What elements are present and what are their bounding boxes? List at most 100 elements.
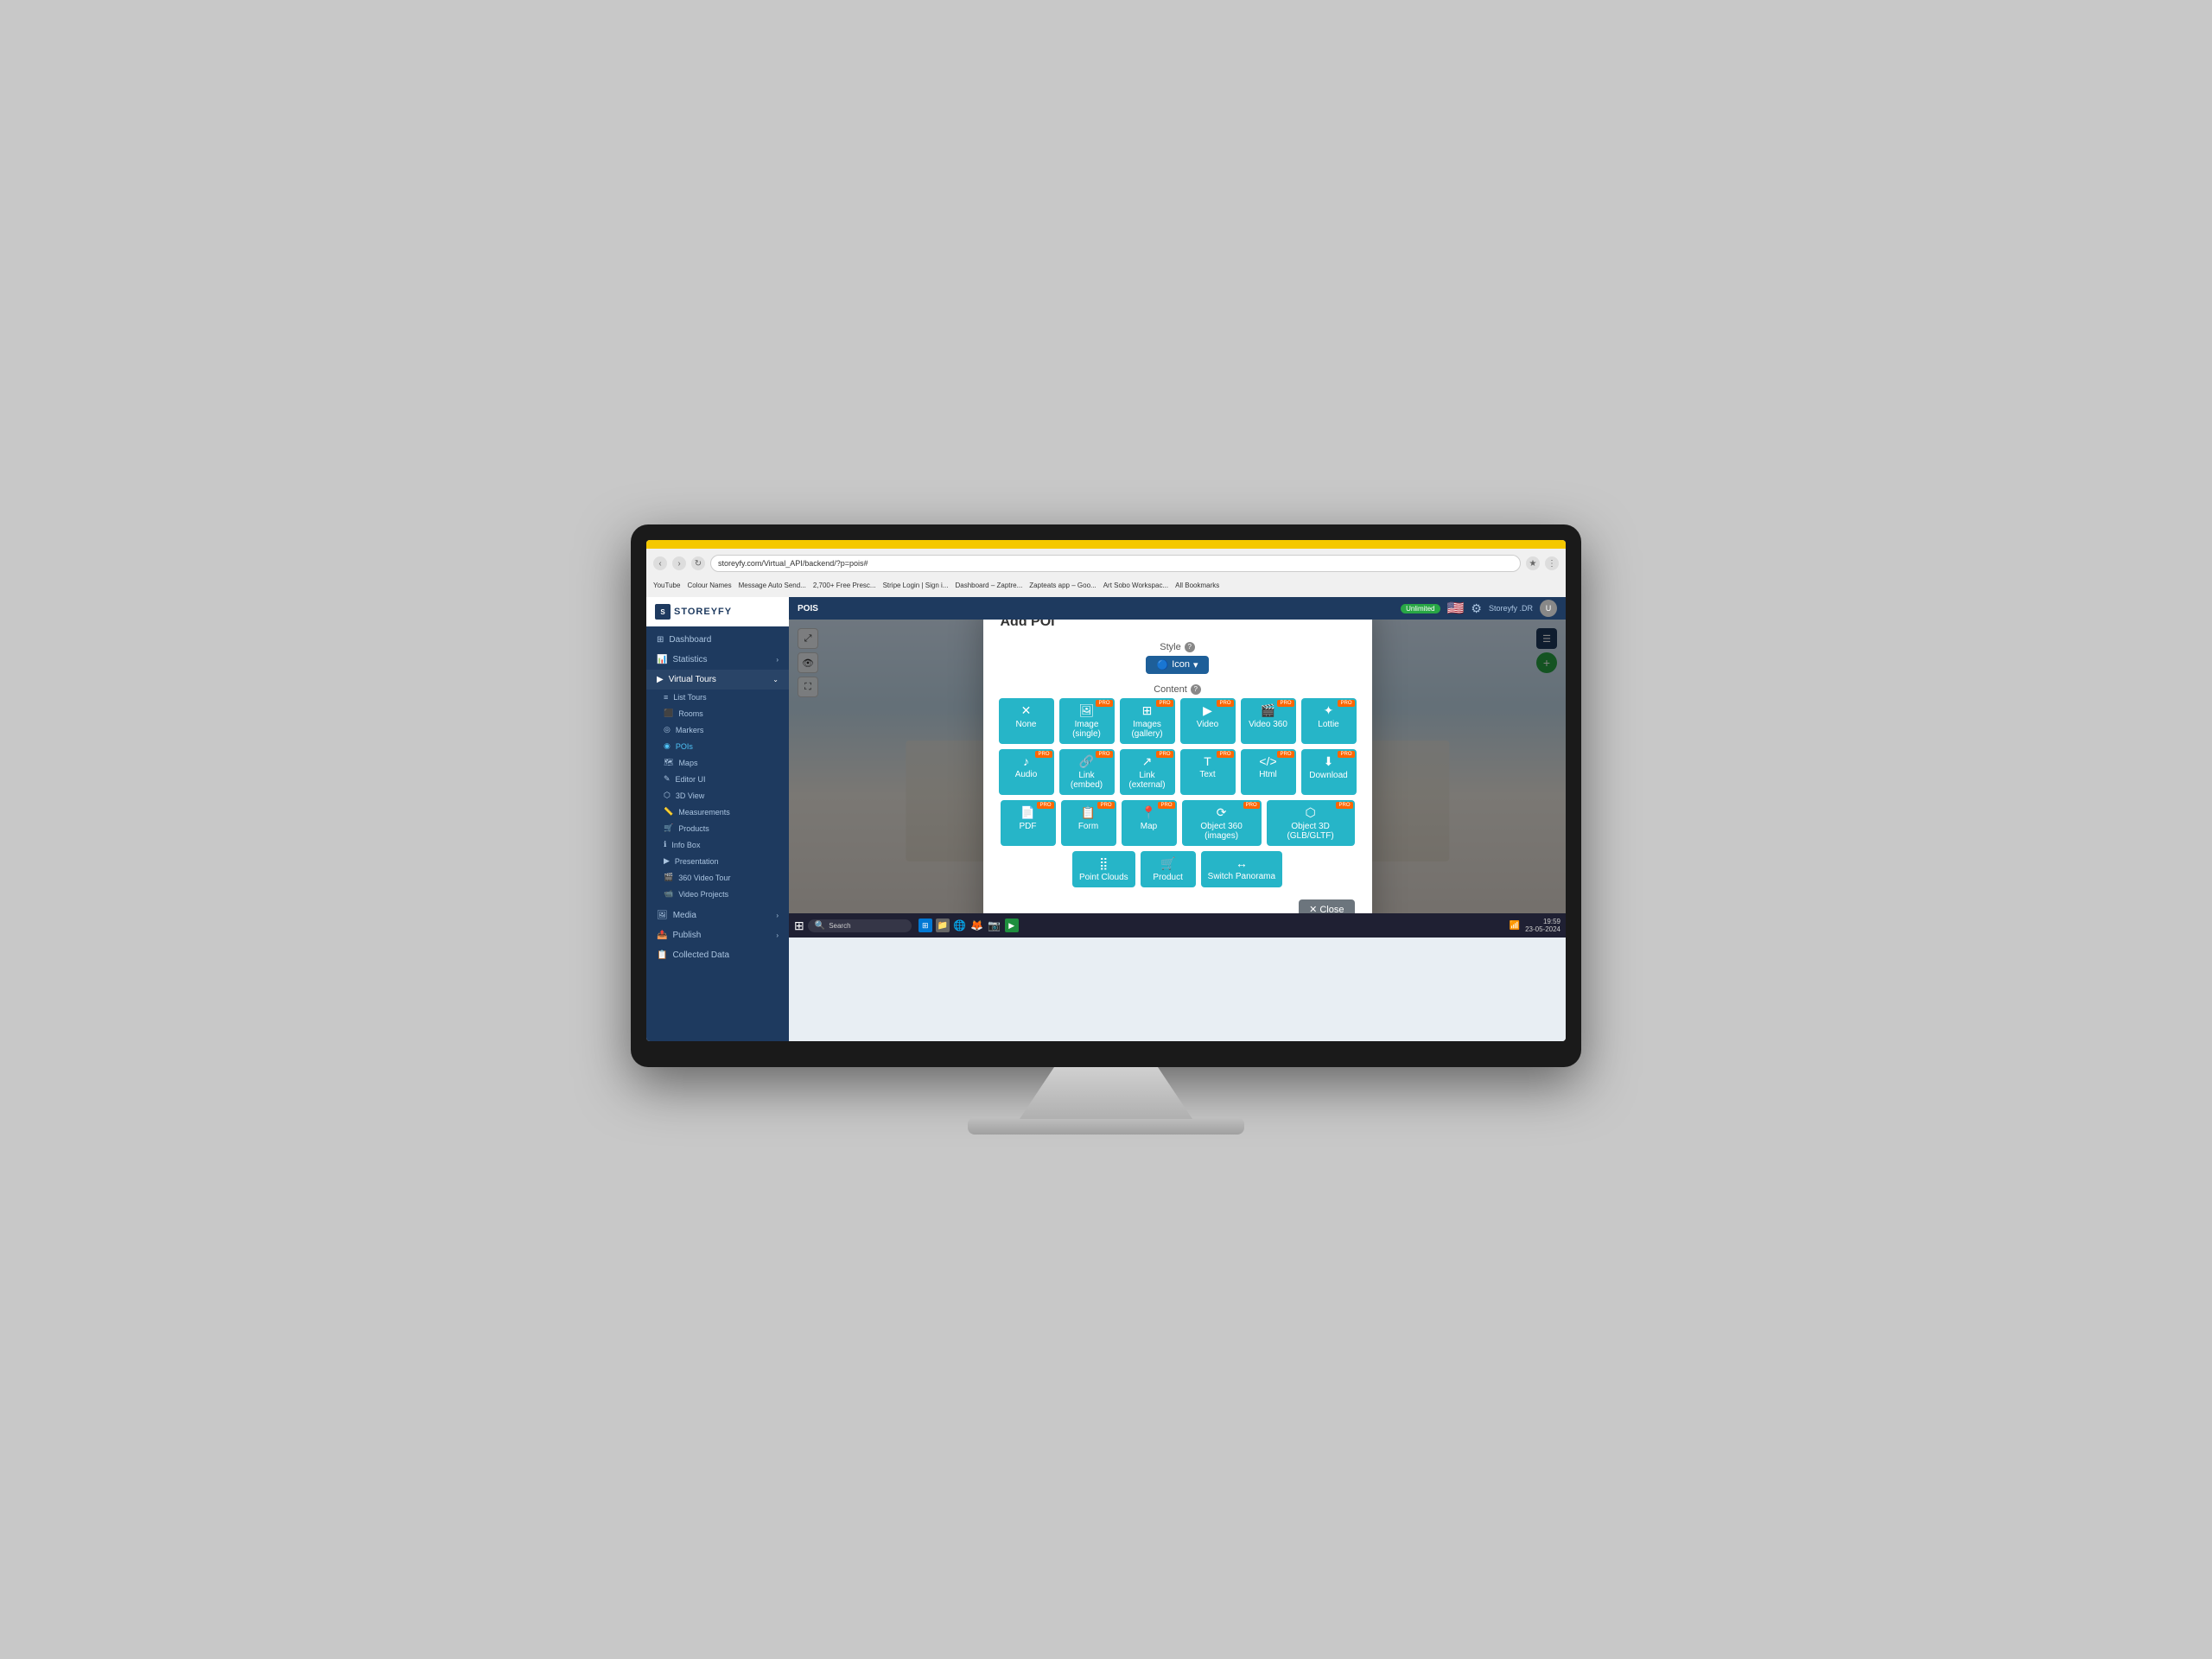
form-label: Form [1078,822,1098,831]
lottie-icon: ✦ [1324,703,1334,718]
sidebar-label-360-video: 360 Video Tour [678,874,730,882]
taskbar-icon-6[interactable]: ▶ [1005,918,1019,932]
sidebar-label-rooms: Rooms [678,709,703,718]
sidebar-sub-360-video[interactable]: 🎬 360 Video Tour [646,869,789,886]
bookmark-presc[interactable]: 2,700+ Free Presc... [813,582,876,589]
bookmark-youtube[interactable]: YouTube [653,582,680,589]
pro-badge-form: PRO [1097,802,1114,809]
refresh-button[interactable]: ↻ [691,556,705,570]
settings-button[interactable]: ⚙ [1471,601,1482,616]
object360-icon: ⟳ [1217,805,1227,820]
close-button[interactable]: ✕ Close [1299,899,1354,914]
content-btn-pdf[interactable]: PRO 📄 PDF [1001,800,1056,846]
bookmark-zapteats[interactable]: Zapteats app – Goo... [1029,582,1096,589]
sidebar-logo: S STOREYFY [646,597,789,626]
bookmark-colours[interactable]: Colour Names [687,582,731,589]
products-icon: 🛒 [664,823,673,833]
content-btn-html[interactable]: PRO </> Html [1241,749,1296,795]
sidebar-label-editor-ui: Editor UI [676,775,706,784]
none-icon: ✕ [1021,703,1032,718]
search-icon: 🔍 [815,921,825,931]
sidebar-item-statistics[interactable]: 📊 Statistics › [646,650,789,670]
bookmark-stripe[interactable]: Stripe Login | Sign i... [883,582,949,589]
bookmark-artsobo[interactable]: Art Sobo Workspac... [1103,582,1168,589]
menu-button[interactable]: ⋮ [1545,556,1559,570]
modal-footer: ✕ Close [1001,899,1355,914]
content-btn-images-gallery[interactable]: PRO ⊞ Images (gallery) [1120,698,1175,744]
sidebar-sub-measurements[interactable]: 📏 Measurements [646,804,789,820]
sidebar-sub-pois[interactable]: ◉ POIs [646,738,789,754]
content-btn-link-embed[interactable]: PRO 🔗 Link (embed) [1059,749,1115,795]
content-btn-lottie[interactable]: PRO ✦ Lottie [1301,698,1357,744]
content-btn-download[interactable]: PRO ⬇ Download [1301,749,1357,795]
sidebar-label-virtual-tours: Virtual Tours [669,675,716,684]
content-btn-none[interactable]: ✕ None [999,698,1054,744]
content-btn-switch-panorama[interactable]: ↔ Switch Panorama [1201,851,1282,887]
html-label: Html [1259,770,1277,779]
status-badge: Unlimited [1401,604,1440,613]
content-btn-form[interactable]: PRO 📋 Form [1061,800,1116,846]
taskbar-search[interactable]: 🔍 Search [808,919,912,932]
style-dropdown-button[interactable]: 🔵 Icon ▾ [1146,656,1208,674]
taskbar-icon-3[interactable]: 🌐 [953,918,967,932]
content-btn-object360[interactable]: PRO ⟳ Object 360 (images) [1182,800,1262,846]
content-btn-object3d[interactable]: PRO ⬡ Object 3D (GLB/GLTF) [1267,800,1355,846]
sidebar-sub-info-box[interactable]: ℹ Info Box [646,836,789,853]
bookmark-message[interactable]: Message Auto Send... [739,582,806,589]
content-btn-link-external[interactable]: PRO ↗ Link (external) [1120,749,1175,795]
sidebar-sub-presentation[interactable]: ▶ Presentation [646,853,789,869]
video360-icon: 🎬 [1261,703,1275,718]
content-help-icon: ? [1191,684,1201,695]
sidebar-sub-video-projects[interactable]: 📹 Video Projects [646,886,789,902]
sidebar-sub-rooms[interactable]: ⬛ Rooms [646,705,789,721]
content-btn-image-single[interactable]: PRO 🖼 Image (single) [1059,698,1115,744]
sidebar-item-collected-data[interactable]: 📋 Collected Data [646,945,789,965]
product-label: Product [1153,873,1182,882]
image-single-label: Image (single) [1066,720,1108,739]
media-icon: 🖼 [657,911,668,920]
monitor-base [968,1117,1244,1135]
modal-title: Add POI [1001,620,1355,630]
link-embed-icon: 🔗 [1079,754,1094,769]
sidebar-label-3d-view: 3D View [676,791,704,800]
logo-text: STOREYFY [674,607,732,617]
content-btn-product[interactable]: 🛒 Product [1141,851,1196,887]
bookmark-all[interactable]: All Bookmarks [1175,582,1219,589]
sidebar-sub-maps[interactable]: 🗺 Maps [646,754,789,771]
taskbar-icon-2[interactable]: 📁 [936,918,950,932]
content-btn-video360[interactable]: PRO 🎬 Video 360 [1241,698,1296,744]
windows-logo[interactable]: ⊞ [794,918,804,933]
content-row-4: ⣿ Point Clouds 🛒 Product ↔ [1001,851,1355,887]
sidebar-sub-list-tours[interactable]: ≡ List Tours [646,690,789,705]
sidebar-item-media[interactable]: 🖼 Media › [646,906,789,925]
content-btn-point-clouds[interactable]: ⣿ Point Clouds [1072,851,1135,887]
content-btn-audio[interactable]: PRO ♪ Audio [999,749,1054,795]
forward-button[interactable]: › [672,556,686,570]
taskbar-time: 19:59 23-05-2024 [1525,918,1560,933]
taskbar-icon-1[interactable]: ⊞ [918,918,932,932]
sidebar-label-publish: Publish [672,931,701,940]
address-bar[interactable]: storeyfy.com/Virtual_API/backend/?p=pois… [710,555,1521,572]
taskbar-icon-5[interactable]: 📷 [988,918,1001,932]
sidebar-item-publish[interactable]: 📤 Publish › [646,925,789,945]
sidebar-sub-markers[interactable]: ◎ Markers [646,721,789,738]
sidebar-sub-3d-view[interactable]: ⬡ 3D View [646,787,789,804]
sidebar-item-dashboard[interactable]: ⊞ Dashboard [646,630,789,650]
bookmarks-bar: YouTube Colour Names Message Auto Send..… [653,576,1559,594]
taskbar-icon-4[interactable]: 🦊 [970,918,984,932]
sidebar-label-presentation: Presentation [675,857,719,866]
sidebar-sub-products[interactable]: 🛒 Products [646,820,789,836]
app-topbar: POIS Unlimited 🇺🇸 ⚙ Storeyfy .DR U [789,597,1566,620]
bookmark-dashboard[interactable]: Dashboard – Zaptre... [955,582,1022,589]
sidebar-label-pois: POIs [676,742,693,751]
dashboard-icon: ⊞ [657,635,664,645]
bookmark-star[interactable]: ★ [1526,556,1540,570]
back-button[interactable]: ‹ [653,556,667,570]
content-grid: ✕ None PRO 🖼 Image (single) [1001,698,1355,887]
monitor-wrapper: ‹ › ↻ storeyfy.com/Virtual_API/backend/?… [631,524,1581,1135]
sidebar-sub-editor-ui[interactable]: ✎ Editor UI [646,771,789,787]
sidebar-item-virtual-tours[interactable]: ▶ Virtual Tours ⌄ [646,670,789,690]
content-btn-map[interactable]: PRO 📍 Map [1122,800,1177,846]
content-btn-video[interactable]: PRO ▶ Video [1180,698,1236,744]
content-btn-text[interactable]: PRO T Text [1180,749,1236,795]
